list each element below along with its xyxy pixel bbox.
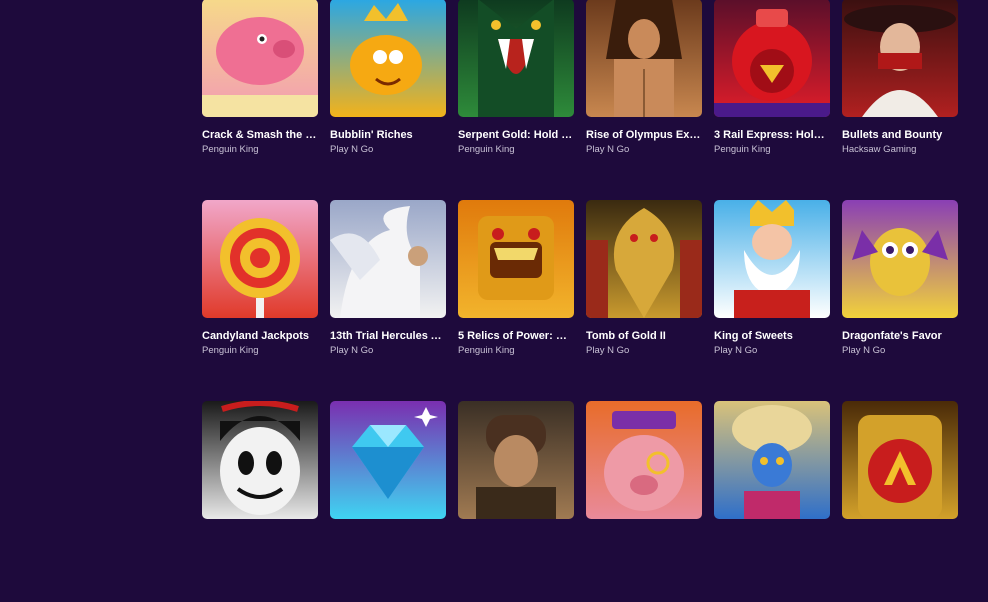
genie-icon[interactable]: [714, 401, 830, 519]
game-title[interactable]: Tomb of Gold II: [586, 329, 702, 343]
game-card[interactable]: Serpent Gold: Hold an... Penguin King: [458, 0, 574, 200]
game-title[interactable]: King of Sweets: [714, 329, 830, 343]
game-card[interactable]: [330, 401, 446, 602]
game-card[interactable]: 5 Relics of Power: Hold... Penguin King: [458, 200, 574, 401]
game-grid: Crack & Smash the Pig... Penguin King Bubb…: [202, 0, 958, 602]
goldfish-icon[interactable]: [330, 0, 446, 117]
cowgirl-icon[interactable]: [842, 0, 958, 117]
pegasus-icon[interactable]: [330, 200, 446, 318]
game-provider: Play N Go: [714, 345, 758, 356]
game-card[interactable]: Bullets and Bounty Hacksaw Gaming: [842, 0, 958, 200]
game-provider: Hacksaw Gaming: [842, 144, 917, 155]
game-card[interactable]: 13th Trial Hercules Ab... Play N Go: [330, 200, 446, 401]
train-icon[interactable]: [714, 0, 830, 117]
game-title[interactable]: Candyland Jackpots: [202, 329, 318, 343]
golden-idol-icon[interactable]: [458, 200, 574, 318]
game-card[interactable]: Tomb of Gold II Play N Go: [586, 200, 702, 401]
warrior-icon[interactable]: [586, 0, 702, 117]
game-provider: Penguin King: [458, 144, 515, 155]
diamond-icon[interactable]: [330, 401, 446, 519]
game-card[interactable]: Dragonfate's Favor Play N Go: [842, 200, 958, 401]
game-card[interactable]: Crack & Smash the Pig... Penguin King: [202, 0, 318, 200]
game-card[interactable]: King of Sweets Play N Go: [714, 200, 830, 401]
game-provider: Penguin King: [202, 144, 259, 155]
pig-detective-icon[interactable]: [586, 401, 702, 519]
game-card[interactable]: Bubblin' Riches Play N Go: [330, 0, 446, 200]
game-title[interactable]: Bullets and Bounty: [842, 128, 958, 142]
game-title[interactable]: Dragonfate's Favor: [842, 329, 958, 343]
game-provider: Penguin King: [202, 345, 259, 356]
cobra-icon[interactable]: [586, 200, 702, 318]
game-title[interactable]: 3 Rail Express: Hold & ...: [714, 128, 830, 142]
game-title[interactable]: 13th Trial Hercules Ab...: [330, 329, 446, 343]
game-title[interactable]: 5 Relics of Power: Hold...: [458, 329, 574, 343]
adventurer-icon[interactable]: [458, 401, 574, 519]
game-provider: Play N Go: [330, 345, 374, 356]
cartoon-face-icon[interactable]: [202, 401, 318, 519]
game-provider: Play N Go: [586, 345, 630, 356]
game-card[interactable]: [202, 401, 318, 602]
game-title[interactable]: Bubblin' Riches: [330, 128, 446, 142]
game-provider: Play N Go: [842, 345, 886, 356]
game-provider: Play N Go: [330, 144, 374, 155]
game-provider: Penguin King: [458, 345, 515, 356]
game-provider: Play N Go: [586, 144, 630, 155]
game-card[interactable]: 3 Rail Express: Hold & ... Penguin King: [714, 0, 830, 200]
game-card[interactable]: [586, 401, 702, 602]
game-card[interactable]: [842, 401, 958, 602]
game-title[interactable]: Crack & Smash the Pig...: [202, 128, 318, 142]
game-title[interactable]: Rise of Olympus Extreme: [586, 128, 702, 142]
game-card[interactable]: [458, 401, 574, 602]
serpent-icon[interactable]: [458, 0, 574, 117]
game-provider: Penguin King: [714, 144, 771, 155]
gold-emblem-icon[interactable]: [842, 401, 958, 519]
game-card[interactable]: Candyland Jackpots Penguin King: [202, 200, 318, 401]
lollipop-icon[interactable]: [202, 200, 318, 318]
game-title[interactable]: Serpent Gold: Hold an...: [458, 128, 574, 142]
game-card[interactable]: [714, 401, 830, 602]
game-card[interactable]: Rise of Olympus Extreme Play N Go: [586, 0, 702, 200]
dragon-icon[interactable]: [842, 200, 958, 318]
king-icon[interactable]: [714, 200, 830, 318]
pig-icon[interactable]: [202, 0, 318, 117]
